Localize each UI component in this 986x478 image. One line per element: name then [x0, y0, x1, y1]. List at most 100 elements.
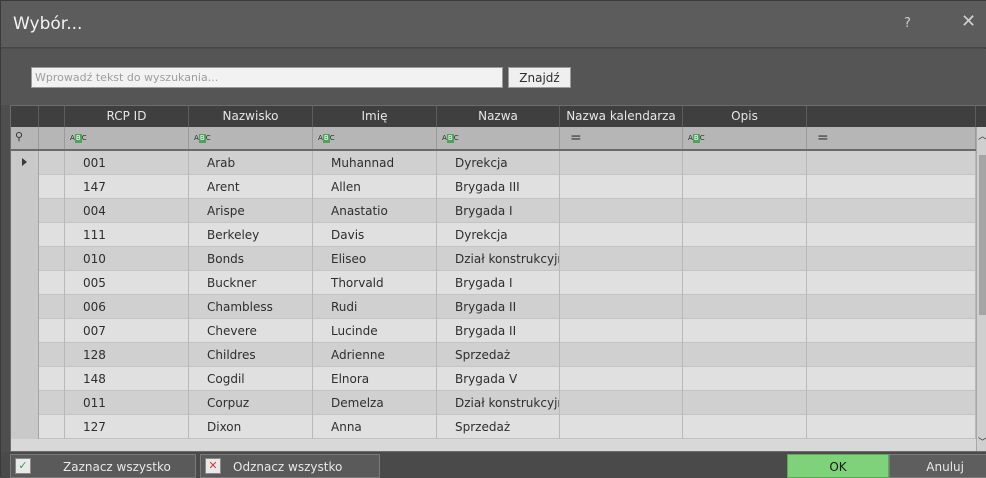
table-cell[interactable] — [560, 223, 683, 247]
table-cell[interactable] — [560, 271, 683, 295]
table-cell[interactable] — [807, 199, 976, 223]
table-cell[interactable] — [560, 247, 683, 271]
table-row[interactable]: 010BondsEliseoDział konstrukcyjny — [11, 247, 976, 271]
table-cell[interactable]: Childres — [189, 343, 313, 367]
table-cell[interactable]: Bonds — [189, 247, 313, 271]
table-cell[interactable] — [560, 199, 683, 223]
table-row[interactable]: 127 Dixon Anna Sprzedaż — [11, 415, 976, 439]
table-cell[interactable] — [560, 295, 683, 319]
table-cell[interactable]: 010 — [65, 247, 189, 271]
table-cell[interactable]: 148 — [65, 367, 189, 391]
select-all-button[interactable]: ✓ Zaznacz wszystko — [10, 454, 196, 478]
table-row[interactable]: 006 Chambless Rudi Brygada II — [11, 295, 976, 319]
table-cell[interactable]: Brygada I — [437, 199, 560, 223]
table-cell[interactable] — [683, 415, 807, 439]
table-cell[interactable] — [683, 319, 807, 343]
table-cell[interactable] — [683, 271, 807, 295]
table-cell[interactable]: Eliseo — [313, 247, 437, 271]
table-cell[interactable]: Corpuz — [189, 391, 313, 415]
table-cell[interactable]: Muhannad — [313, 151, 437, 175]
table-cell[interactable]: Dixon — [189, 415, 313, 439]
row-indicator[interactable] — [11, 271, 39, 295]
table-cell[interactable]: Arent — [189, 175, 313, 199]
scroll-up-icon[interactable]: ︿ — [978, 129, 986, 142]
table-cell[interactable] — [560, 415, 683, 439]
table-cell[interactable]: 111 — [65, 223, 189, 247]
row-indicator[interactable] — [11, 199, 39, 223]
table-cell[interactable] — [807, 175, 976, 199]
row-indicator[interactable] — [11, 175, 39, 199]
search-input[interactable]: Wprowadź tekst do wyszukania... — [31, 67, 503, 88]
table-cell[interactable]: 128 — [65, 343, 189, 367]
row-indicator[interactable] — [11, 343, 39, 367]
vertical-scrollbar[interactable]: ︿ ﹀ — [976, 127, 986, 451]
column-header[interactable]: Nazwa kalendarza — [560, 106, 683, 127]
column-header[interactable]: Imię — [313, 106, 437, 127]
table-cell[interactable] — [807, 223, 976, 247]
table-cell[interactable]: Sprzedaż — [437, 343, 560, 367]
scroll-thumb[interactable] — [979, 155, 986, 315]
filter-cell[interactable]: ABC — [189, 127, 313, 149]
table-cell[interactable] — [560, 391, 683, 415]
row-indicator[interactable] — [11, 367, 39, 391]
filter-cell[interactable]: ABC — [437, 127, 560, 149]
table-cell[interactable] — [683, 223, 807, 247]
table-row[interactable]: 011CorpuzDemelzaDział konstrukcyjny — [11, 391, 976, 415]
row-indicator[interactable] — [11, 247, 39, 271]
row-indicator[interactable] — [11, 391, 39, 415]
table-cell[interactable] — [560, 367, 683, 391]
pin-icon[interactable]: ⚲ — [15, 130, 23, 143]
filter-cell[interactable]: = — [560, 127, 683, 149]
table-row[interactable]: 004 Arispe Anastatio Brygada I — [11, 199, 976, 223]
table-cell[interactable]: 006 — [65, 295, 189, 319]
table-cell[interactable]: Dyrekcja — [437, 151, 560, 175]
table-cell[interactable]: Brygada II — [437, 295, 560, 319]
table-row[interactable]: 007 Chevere Lucinde Brygada II — [11, 319, 976, 343]
row-indicator[interactable] — [11, 415, 39, 439]
table-row[interactable]: 148 Cogdil Elnora Brygada V — [11, 367, 976, 391]
table-cell[interactable]: Anna — [313, 415, 437, 439]
table-cell[interactable]: Arispe — [189, 199, 313, 223]
table-cell[interactable] — [683, 151, 807, 175]
column-header[interactable]: Opis — [683, 106, 807, 127]
table-cell[interactable] — [807, 295, 976, 319]
table-cell[interactable]: 147 — [65, 175, 189, 199]
column-header[interactable]: Nazwa — [437, 106, 560, 127]
row-indicator[interactable] — [11, 319, 39, 343]
table-cell[interactable] — [560, 175, 683, 199]
table-cell[interactable] — [560, 319, 683, 343]
table-cell[interactable]: Dział konstrukcyjny — [437, 391, 560, 415]
table-cell[interactable]: Thorvald — [313, 271, 437, 295]
table-cell[interactable] — [560, 343, 683, 367]
table-cell[interactable] — [807, 151, 976, 175]
column-header[interactable]: Nazwisko — [189, 106, 313, 127]
table-cell[interactable]: 127 — [65, 415, 189, 439]
table-cell[interactable] — [807, 247, 976, 271]
table-row[interactable]: 147 Arent Allen Brygada III — [11, 175, 976, 199]
table-cell[interactable] — [807, 415, 976, 439]
table-cell[interactable]: 007 — [65, 319, 189, 343]
close-icon[interactable]: ✕ — [961, 11, 976, 32]
table-row[interactable]: 005 Buckner Thorvald Brygada I — [11, 271, 976, 295]
table-cell[interactable]: Dyrekcja — [437, 223, 560, 247]
row-indicator[interactable] — [11, 151, 39, 175]
table-cell[interactable]: Brygada I — [437, 271, 560, 295]
scroll-down-icon[interactable]: ﹀ — [978, 435, 986, 448]
table-cell[interactable] — [683, 295, 807, 319]
table-cell[interactable]: Chevere — [189, 319, 313, 343]
column-header[interactable] — [807, 106, 976, 127]
column-header[interactable]: RCP ID — [65, 106, 189, 127]
table-cell[interactable] — [807, 391, 976, 415]
table-row[interactable]: 128 Childres Adrienne Sprzedaż — [11, 343, 976, 367]
table-cell[interactable]: 011 — [65, 391, 189, 415]
table-cell[interactable]: 005 — [65, 271, 189, 295]
table-cell[interactable]: 001 — [65, 151, 189, 175]
table-cell[interactable] — [683, 175, 807, 199]
table-cell[interactable]: Dział konstrukcyjny — [437, 247, 560, 271]
filter-cell[interactable]: ABC — [683, 127, 807, 149]
table-cell[interactable]: Elnora — [313, 367, 437, 391]
table-cell[interactable]: Allen — [313, 175, 437, 199]
filter-cell[interactable]: ABC — [313, 127, 437, 149]
table-cell[interactable] — [560, 151, 683, 175]
ok-button[interactable]: OK — [787, 454, 889, 478]
